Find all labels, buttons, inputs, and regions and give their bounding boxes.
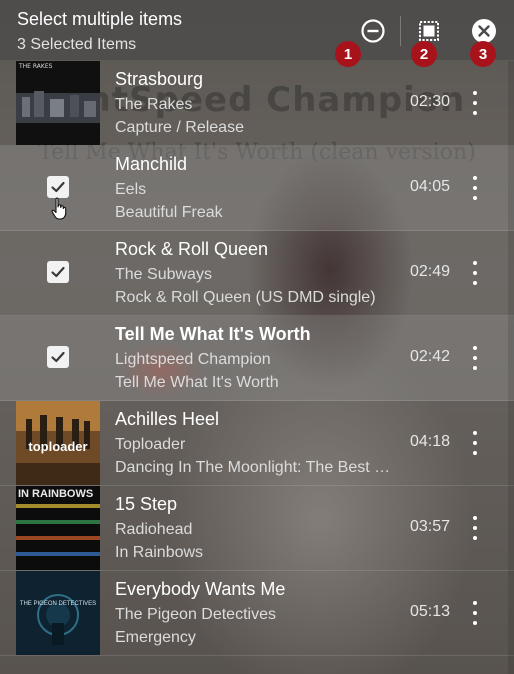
track-artist: Radiohead xyxy=(115,521,193,538)
track-title: Rock & Roll Queen xyxy=(115,239,269,259)
track-duration: 04:18 xyxy=(410,433,451,450)
track-list: THE RAKES Strasbourg The Rakes Capture /… xyxy=(0,61,514,656)
track-album: Dancing In The Moonlight: The Best Of To… xyxy=(115,459,398,476)
header-divider xyxy=(400,16,401,46)
more-options-icon[interactable] xyxy=(466,91,484,115)
selected-count: 3 Selected Items xyxy=(17,36,137,53)
scrollbar[interactable] xyxy=(508,61,514,674)
track-artist: The Subways xyxy=(115,266,212,283)
track-album: Emergency xyxy=(115,629,196,646)
album-cover: THE PIGEON DETECTIVES xyxy=(16,571,100,655)
app-window: ightSpeed Champion Tell Me What It's Wor… xyxy=(0,0,514,674)
album-cover-text: toploader xyxy=(28,439,88,454)
album-cover: IN RAINBOWS xyxy=(16,486,100,570)
track-duration: 02:30 xyxy=(410,93,451,110)
track-title: Achilles Heel xyxy=(115,409,220,429)
checkmark-icon xyxy=(51,181,65,193)
track-artist: Eels xyxy=(115,181,147,198)
more-options-icon[interactable] xyxy=(466,431,484,455)
track-artist: The Rakes xyxy=(115,96,193,113)
checkmark-icon xyxy=(51,266,65,278)
album-cover-text: THE RAKES xyxy=(19,63,53,70)
track-title: Tell Me What It's Worth xyxy=(115,324,311,344)
track-duration: 03:57 xyxy=(410,518,451,535)
track-album: Tell Me What It's Worth xyxy=(115,374,279,391)
track-album: Rock & Roll Queen (US DMD single) xyxy=(115,289,376,306)
track-row[interactable]: IN RAINBOWS 15 Step Radiohead In Rainbow… xyxy=(0,486,514,571)
track-duration: 02:49 xyxy=(410,263,451,280)
album-cover-art xyxy=(16,61,100,145)
track-row[interactable]: THE PIGEON DETECTIVES Everybody Wants Me… xyxy=(0,571,514,656)
track-album: Capture / Release xyxy=(115,119,244,136)
more-options-icon[interactable] xyxy=(466,601,484,625)
track-album: In Rainbows xyxy=(115,544,204,561)
checkbox-checked[interactable] xyxy=(47,176,69,198)
more-options-icon[interactable] xyxy=(466,261,484,285)
select-all-icon xyxy=(419,21,439,41)
track-title: Manchild xyxy=(115,154,188,174)
album-cover-art xyxy=(16,571,100,655)
track-artist: The Pigeon Detectives xyxy=(115,606,276,623)
track-album: Beautiful Freak xyxy=(115,204,223,221)
track-artist: Toploader xyxy=(115,436,186,453)
more-options-icon[interactable] xyxy=(466,516,484,540)
track-row[interactable]: Rock & Roll Queen The Subways Rock & Rol… xyxy=(0,231,514,316)
track-duration: 05:13 xyxy=(410,603,451,620)
track-row[interactable]: Manchild Eels Beautiful Freak 04:05 xyxy=(0,146,514,231)
track-title: Strasbourg xyxy=(115,69,204,89)
track-title: 15 Step xyxy=(115,494,178,514)
checkbox-checked[interactable] xyxy=(47,346,69,368)
more-options-icon[interactable] xyxy=(466,346,484,370)
album-cover-text: IN RAINBOWS xyxy=(18,488,94,500)
deselect-circle-icon xyxy=(361,19,385,43)
checkbox-checked[interactable] xyxy=(47,261,69,283)
track-row[interactable]: toploader Achilles Heel Toploader Dancin… xyxy=(0,401,514,486)
album-cover: THE RAKES xyxy=(16,61,100,145)
track-artist: Lightspeed Champion xyxy=(115,351,271,368)
track-row[interactable]: Tell Me What It's Worth Lightspeed Champ… xyxy=(0,316,514,401)
track-row[interactable]: THE RAKES Strasbourg The Rakes Capture /… xyxy=(0,61,514,146)
album-cover-text: THE PIGEON DETECTIVES xyxy=(19,601,97,607)
more-options-icon[interactable] xyxy=(466,176,484,200)
hand-pointer-cursor-icon xyxy=(51,197,67,220)
selection-header: Select multiple items 3 Selected Items xyxy=(0,0,514,60)
checkmark-icon xyxy=(51,351,65,363)
deselect-button[interactable] xyxy=(358,16,388,46)
track-title: Everybody Wants Me xyxy=(115,579,286,599)
album-cover: toploader xyxy=(16,401,100,485)
track-duration: 04:05 xyxy=(410,178,451,195)
track-duration: 02:42 xyxy=(410,348,451,365)
header-title: Select multiple items xyxy=(17,9,183,29)
